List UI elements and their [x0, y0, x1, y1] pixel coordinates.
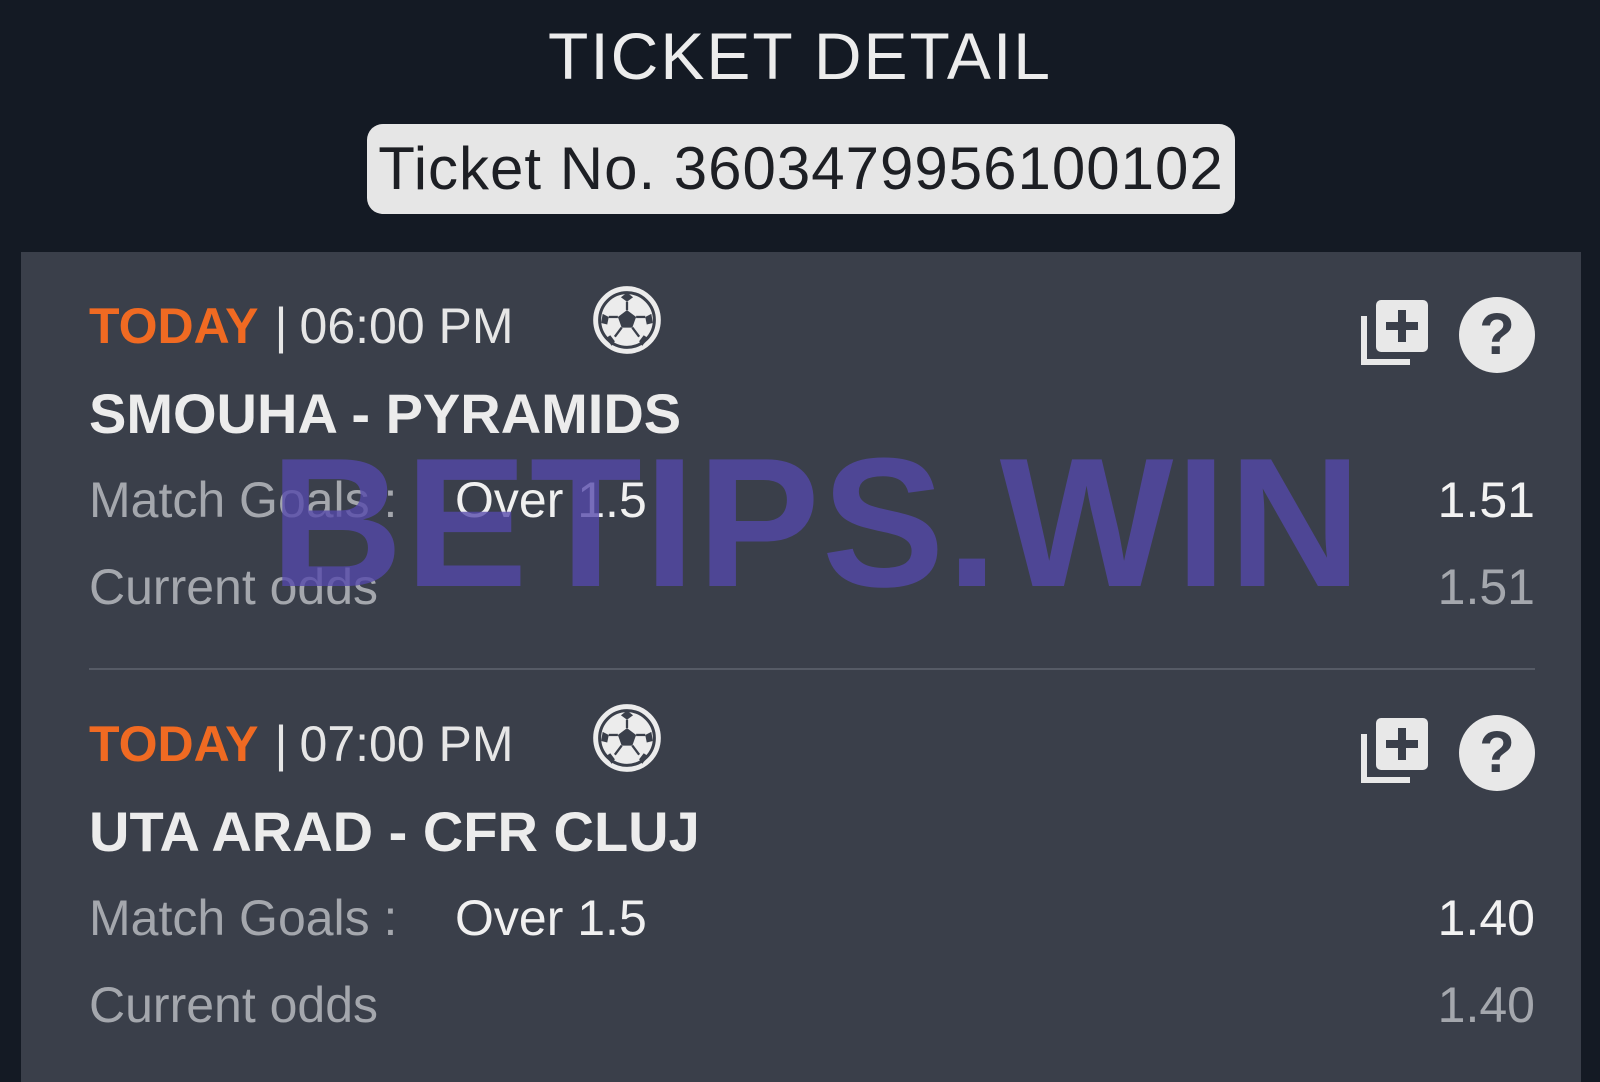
current-odd-value: 1.40 [1437, 977, 1535, 1033]
current-odds-label: Current odds [89, 977, 379, 1033]
match-item: TODAY | 06:00 PM ? SMOUHA - PYRAMIDS Mat… [89, 252, 1535, 632]
match-day: TODAY [89, 716, 259, 772]
ticket-card: TODAY | 06:00 PM ? SMOUHA - PYRAMIDS Mat… [21, 252, 1581, 1082]
soccer-ball-icon [590, 701, 664, 775]
current-odd-value: 1.51 [1437, 559, 1535, 615]
soccer-ball-icon [590, 283, 664, 357]
match-teams: SMOUHA - PYRAMIDS [89, 382, 682, 445]
match-time-row: TODAY | 06:00 PM [89, 296, 514, 356]
time-separator: | [274, 298, 288, 354]
ticket-number-badge: Ticket No. 3603479956100102 [367, 124, 1235, 214]
market-row: Match Goals : Over 1.5 1.40 [89, 888, 1535, 948]
market-label: Match Goals : [89, 472, 398, 528]
match-time-row: TODAY | 07:00 PM [89, 714, 514, 774]
ticket-detail-screen: TICKET DETAIL Ticket No. 360347995610010… [0, 0, 1600, 1082]
help-icon[interactable]: ? [1459, 297, 1535, 373]
add-to-betslip-icon[interactable] [1358, 296, 1432, 370]
match-item: TODAY | 07:00 PM ? UTA ARAD - CFR CLUJ M… [89, 670, 1535, 1050]
header: TICKET DETAIL Ticket No. 360347995610010… [0, 0, 1600, 250]
current-odds-row: Current odds 1.40 [89, 975, 1535, 1035]
current-odds-row: Current odds 1.51 [89, 557, 1535, 617]
help-icon[interactable]: ? [1459, 715, 1535, 791]
market-label: Match Goals : [89, 890, 398, 946]
market-selection: Over 1.5 [455, 472, 647, 528]
time-separator: | [274, 716, 288, 772]
match-time: 07:00 PM [299, 716, 514, 772]
market-row: Match Goals : Over 1.5 1.51 [89, 470, 1535, 530]
selection-odd: 1.51 [1437, 472, 1535, 528]
page-title: TICKET DETAIL [548, 19, 1052, 93]
add-to-betslip-icon[interactable] [1358, 714, 1432, 788]
market-selection: Over 1.5 [455, 890, 647, 946]
selection-odd: 1.40 [1437, 890, 1535, 946]
match-day: TODAY [89, 298, 259, 354]
current-odds-label: Current odds [89, 559, 379, 615]
match-time: 06:00 PM [299, 298, 514, 354]
match-teams: UTA ARAD - CFR CLUJ [89, 800, 700, 863]
